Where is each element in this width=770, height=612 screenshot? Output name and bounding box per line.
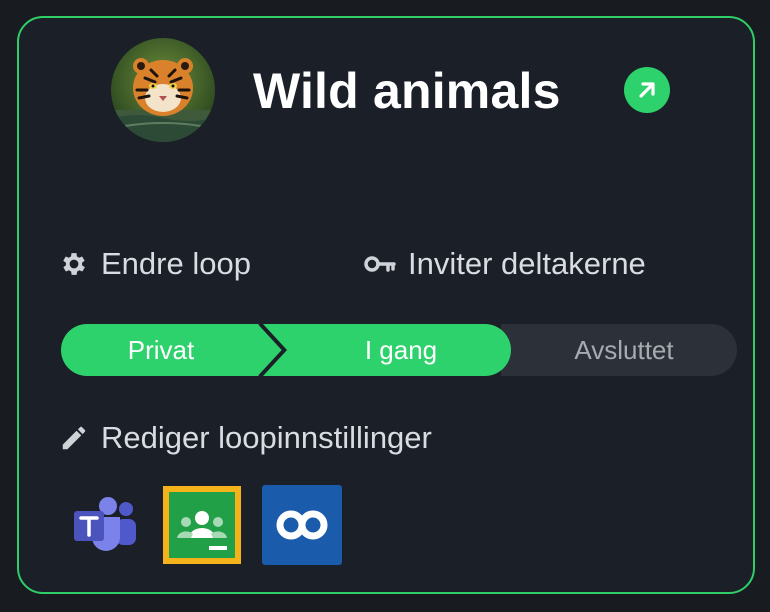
arrow-up-right-icon [639,82,655,98]
gear-icon [59,249,89,279]
google-classroom-icon [163,486,241,564]
loop-avatar [111,38,215,142]
key-icon [364,254,396,274]
loop-infinity-icon [262,485,342,565]
status-step-avsluttet[interactable]: Avsluttet [511,324,737,376]
microsoft-teams-button[interactable] [63,484,145,566]
invite-participants-label: Inviter deltakerne [408,246,646,281]
edit-loop-label: Endre loop [101,246,251,281]
loop-app-button[interactable] [261,484,343,566]
status-step-i-gang[interactable]: I gang [276,324,526,376]
tiger-photo-icon [111,38,215,142]
google-classroom-button[interactable] [161,484,243,566]
edit-loop-settings-button[interactable]: Rediger loopinnstillinger [59,420,432,456]
microsoft-teams-icon [74,497,136,551]
loop-card: Wild animals Endre loop Inviter deltaker… [17,16,755,594]
loop-title: Wild animals [253,63,561,119]
status-stepper: Privat I gang Avsluttet [61,324,737,376]
edit-loop-settings-label: Rediger loopinnstillinger [101,420,432,455]
status-step-privat[interactable]: Privat [61,324,261,376]
pencil-icon [59,423,89,453]
edit-loop-button[interactable]: Endre loop [59,246,251,282]
invite-participants-button[interactable]: Inviter deltakerne [364,246,646,282]
open-loop-button[interactable] [624,67,670,113]
